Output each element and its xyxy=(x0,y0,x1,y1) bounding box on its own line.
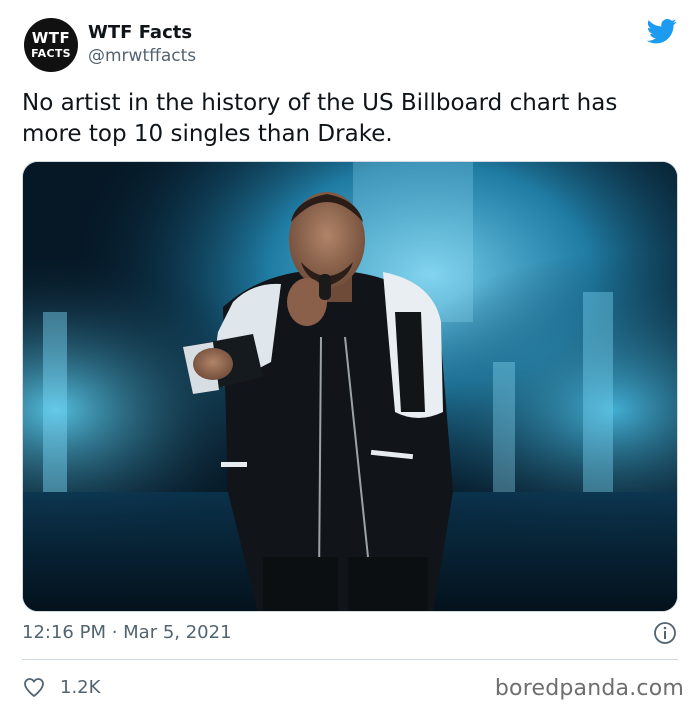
tweet-text: No artist in the history of the US Billb… xyxy=(22,90,618,147)
tweet-timestamp[interactable]: 12:16 PM · Mar 5, 2021 xyxy=(22,622,232,643)
avatar-text-line1: WTF xyxy=(31,29,71,47)
like-button[interactable]: 1.2K xyxy=(22,675,100,699)
heart-icon xyxy=(24,678,44,697)
performer-photo xyxy=(23,162,677,611)
author-name[interactable]: WTF Facts xyxy=(88,22,192,43)
info-icon[interactable] xyxy=(653,621,677,645)
author-handle[interactable]: @mrwtffacts xyxy=(88,46,196,66)
avatar[interactable]: WTF FACTS xyxy=(24,18,78,72)
divider xyxy=(22,659,678,660)
like-count: 1.2K xyxy=(60,676,101,698)
avatar-text-line2: FACTS xyxy=(31,47,71,60)
tweet-card: WTF FACTS WTF Facts @mrwtffacts No artis… xyxy=(0,0,700,714)
watermark: boredpanda.com xyxy=(494,676,684,701)
twitter-bird-icon[interactable] xyxy=(645,16,679,46)
tweet-photo[interactable] xyxy=(22,161,678,612)
